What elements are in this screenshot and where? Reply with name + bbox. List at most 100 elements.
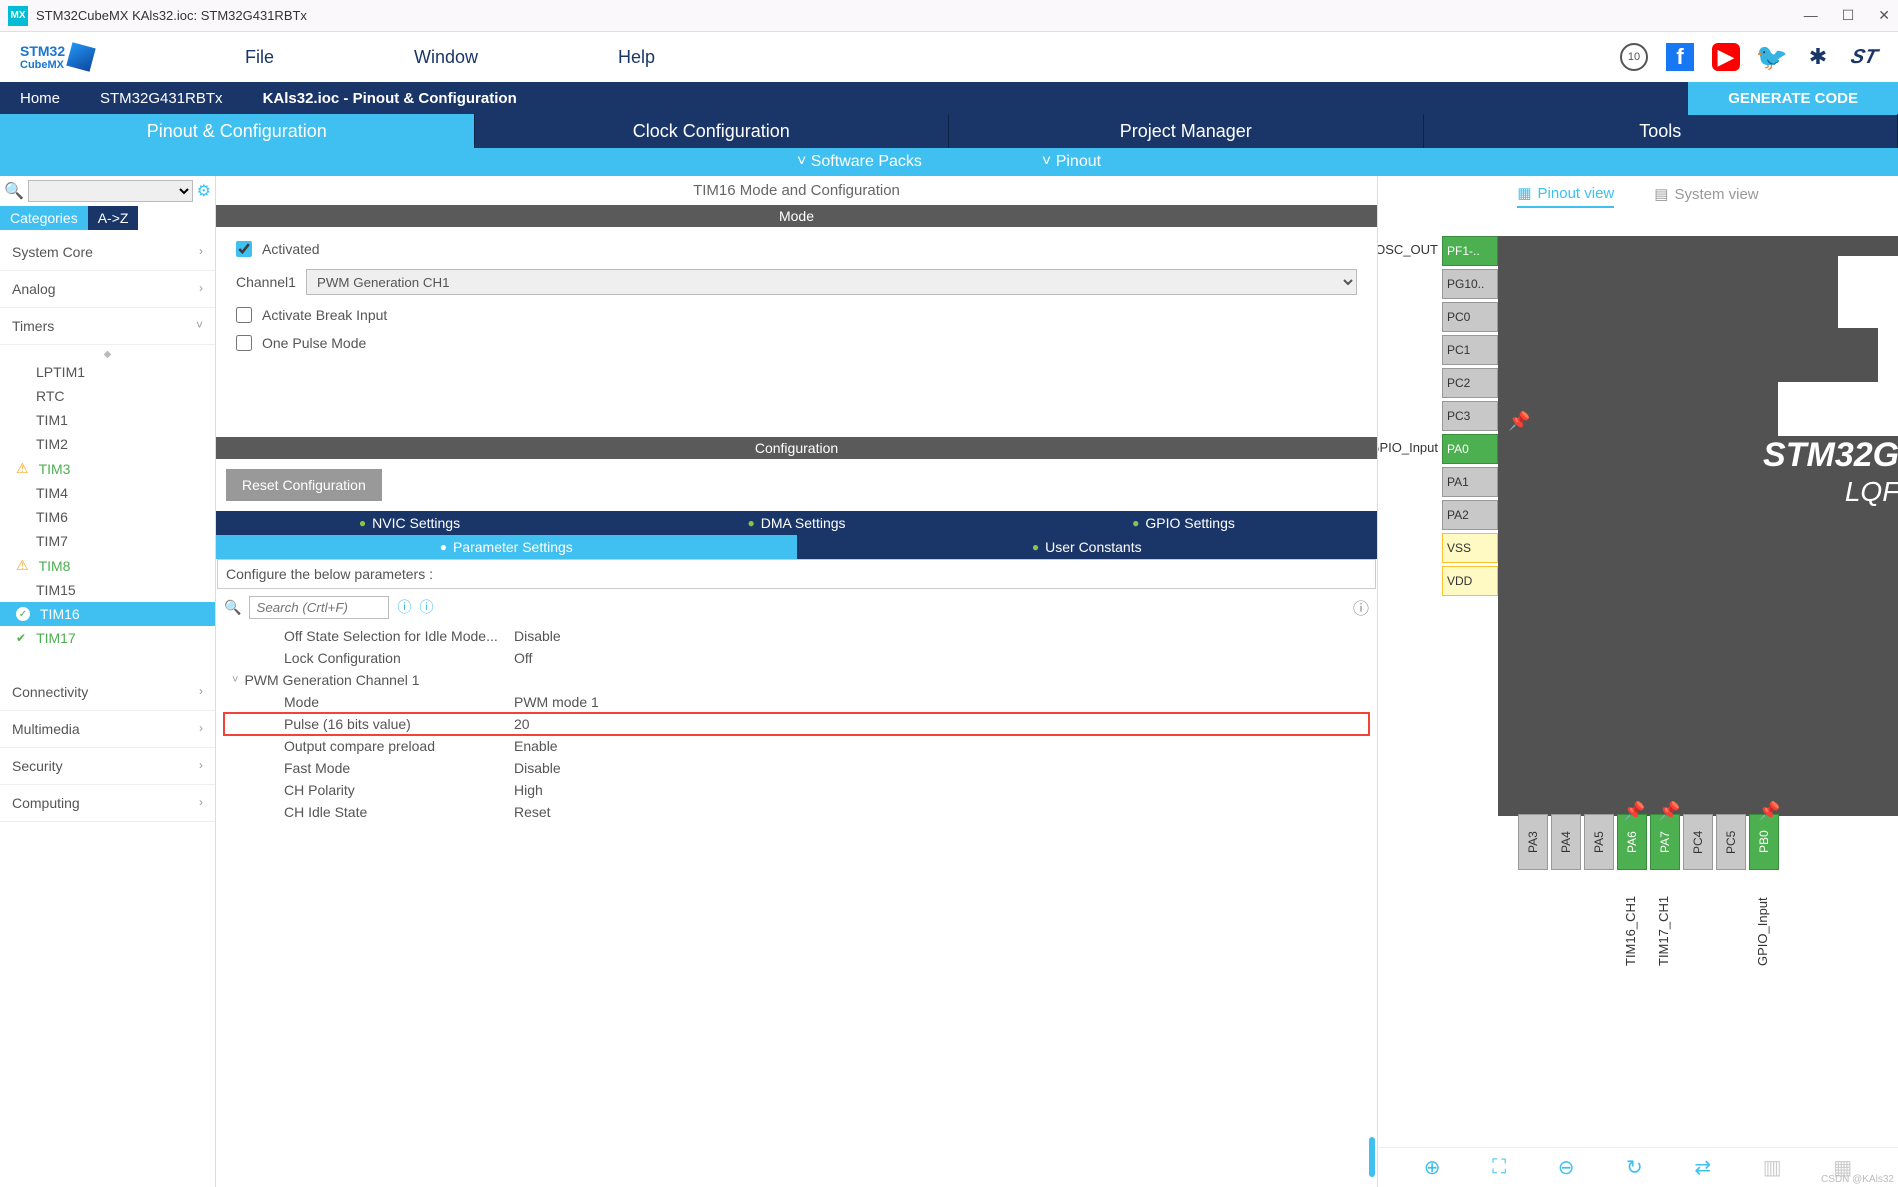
pin-PC2[interactable]: PC2: [1442, 368, 1498, 398]
cat-analog[interactable]: Analog›: [0, 271, 215, 308]
pin-PG10[interactable]: PG10..: [1442, 269, 1498, 299]
menu-file[interactable]: File: [245, 47, 274, 68]
cat-connectivity[interactable]: Connectivity›: [0, 674, 215, 711]
pinout-canvas[interactable]: STM32G4 LQFP PF1-..RCC_OSC_OUTPG10..PC0P…: [1378, 216, 1898, 1147]
param-group-pwm[interactable]: PWM Generation Channel 1: [244, 672, 419, 688]
config-tab-nvic[interactable]: ●NVIC Settings: [216, 511, 603, 535]
param-idle-value[interactable]: Reset: [514, 804, 1369, 820]
scrollbar[interactable]: [1369, 1137, 1375, 1177]
pin-VDD[interactable]: VDD: [1442, 566, 1498, 596]
pin-VSS[interactable]: VSS: [1442, 533, 1498, 563]
channel1-select[interactable]: PWM Generation CH1: [306, 269, 1357, 295]
breadcrumb-home[interactable]: Home: [0, 82, 80, 114]
close-icon[interactable]: ✕: [1878, 7, 1890, 24]
cat-timers[interactable]: Timers˅: [0, 308, 215, 345]
tab-clock-config[interactable]: Clock Configuration: [475, 114, 950, 148]
pin-PA1[interactable]: PA1: [1442, 467, 1498, 497]
param-off-state-value[interactable]: Disable: [514, 628, 1369, 644]
peripheral-search[interactable]: [28, 180, 193, 202]
pin-PC1[interactable]: PC1: [1442, 335, 1498, 365]
tim-lptim1[interactable]: LPTIM1: [0, 360, 215, 384]
search-icon[interactable]: 🔍: [4, 181, 24, 201]
pin-PC4[interactable]: PC4: [1683, 814, 1713, 870]
cat-multimedia[interactable]: Multimedia›: [0, 711, 215, 748]
cat-system-core[interactable]: System Core›: [0, 234, 215, 271]
pushpin-icon[interactable]: 📌: [1758, 801, 1780, 822]
param-lock-value[interactable]: Off: [514, 650, 1369, 666]
reset-config-button[interactable]: Reset Configuration: [226, 469, 382, 501]
sort-icon[interactable]: ◆: [0, 349, 215, 360]
pin-PA5[interactable]: PA5: [1584, 814, 1614, 870]
break-input-checkbox[interactable]: [236, 307, 252, 323]
pin-PF1-[interactable]: PF1-..: [1442, 236, 1498, 266]
tab-tools[interactable]: Tools: [1424, 114, 1898, 148]
next-icon[interactable]: ⓘ: [419, 597, 433, 617]
flip-icon[interactable]: ⇄: [1694, 1155, 1711, 1180]
tab-project-manager[interactable]: Project Manager: [949, 114, 1424, 148]
config-tab-dma[interactable]: ●DMA Settings: [603, 511, 990, 535]
pin-PA7[interactable]: PA7: [1650, 814, 1680, 870]
param-preload-value[interactable]: Enable: [514, 738, 1369, 754]
param-mode-value[interactable]: PWM mode 1: [514, 694, 1369, 710]
pin-PA2[interactable]: PA2: [1442, 500, 1498, 530]
zoom-in-icon[interactable]: ⊕: [1424, 1155, 1441, 1180]
generate-code-button[interactable]: GENERATE CODE: [1688, 82, 1898, 115]
facebook-icon[interactable]: f: [1666, 43, 1694, 71]
tim-tim6[interactable]: TIM6: [0, 505, 215, 529]
cat-security[interactable]: Security›: [0, 748, 215, 785]
tab-pinout-config[interactable]: Pinout & Configuration: [0, 114, 475, 148]
pin-PA6[interactable]: PA6: [1617, 814, 1647, 870]
subtab-pinout[interactable]: ˅ Pinout: [1042, 153, 1101, 171]
pin-PA3[interactable]: PA3: [1518, 814, 1548, 870]
menu-window[interactable]: Window: [414, 47, 478, 68]
prev-icon[interactable]: ⓘ: [397, 597, 411, 617]
tim-tim7[interactable]: TIM7: [0, 529, 215, 553]
twitter-icon[interactable]: 🐦: [1758, 43, 1786, 71]
fit-icon[interactable]: ⛶: [1492, 1156, 1506, 1179]
tim-tim16[interactable]: TIM16: [0, 602, 215, 626]
view-tab-pinout[interactable]: ▦Pinout view: [1517, 184, 1614, 208]
tim-tim1[interactable]: TIM1: [0, 408, 215, 432]
network-icon[interactable]: ✱: [1804, 43, 1832, 71]
chevron-down-icon[interactable]: ˅: [224, 674, 238, 686]
breadcrumb-current[interactable]: KAls32.ioc - Pinout & Configuration: [243, 82, 537, 114]
param-polarity-value[interactable]: High: [514, 782, 1369, 798]
pin-PC3[interactable]: PC3: [1442, 401, 1498, 431]
tim-tim4[interactable]: TIM4: [0, 481, 215, 505]
rotate-icon[interactable]: ↻: [1626, 1155, 1643, 1180]
pin-PC0[interactable]: PC0: [1442, 302, 1498, 332]
minimize-icon[interactable]: —: [1804, 7, 1818, 24]
info-icon[interactable]: ⓘ: [1353, 595, 1369, 619]
breadcrumb-mcu[interactable]: STM32G431RBTx: [80, 82, 243, 114]
search-icon[interactable]: 🔍: [224, 599, 241, 616]
tim-tim15[interactable]: TIM15: [0, 578, 215, 602]
badge-icon[interactable]: 10: [1620, 43, 1648, 71]
pin-PB0[interactable]: PB0: [1749, 814, 1779, 870]
youtube-icon[interactable]: ▶: [1712, 43, 1740, 71]
cat-computing[interactable]: Computing›: [0, 785, 215, 822]
pin-PA0[interactable]: PA0: [1442, 434, 1498, 464]
st-logo-icon[interactable]: ST: [1846, 43, 1882, 71]
tim-tim17[interactable]: TIM17: [0, 626, 215, 650]
tim-tim2[interactable]: TIM2: [0, 432, 215, 456]
config-tab-user-constants[interactable]: ●User Constants: [797, 535, 1378, 559]
param-pulse-value[interactable]: 20: [514, 716, 1369, 732]
param-search-input[interactable]: [249, 596, 389, 619]
config-tab-gpio[interactable]: ●GPIO Settings: [990, 511, 1377, 535]
pin-PC5[interactable]: PC5: [1716, 814, 1746, 870]
layers-icon[interactable]: ▥: [1763, 1155, 1782, 1180]
cat-tab-categories[interactable]: Categories: [0, 206, 88, 230]
pushpin-icon[interactable]: 📌: [1623, 801, 1645, 822]
tim-tim8[interactable]: TIM8: [0, 553, 215, 578]
tim-rtc[interactable]: RTC: [0, 384, 215, 408]
subtab-software-packs[interactable]: ˅ Software Packs: [797, 153, 922, 171]
activated-checkbox[interactable]: [236, 241, 252, 257]
gear-icon[interactable]: ⚙: [197, 181, 211, 201]
tim-tim3[interactable]: TIM3: [0, 456, 215, 481]
view-tab-system[interactable]: ▤System view: [1654, 184, 1758, 208]
cat-tab-az[interactable]: A->Z: [88, 206, 139, 230]
param-fast-value[interactable]: Disable: [514, 760, 1369, 776]
pushpin-icon[interactable]: 📌: [1658, 801, 1680, 822]
zoom-out-icon[interactable]: ⊖: [1558, 1155, 1575, 1180]
pushpin-icon[interactable]: 📌: [1508, 411, 1530, 432]
